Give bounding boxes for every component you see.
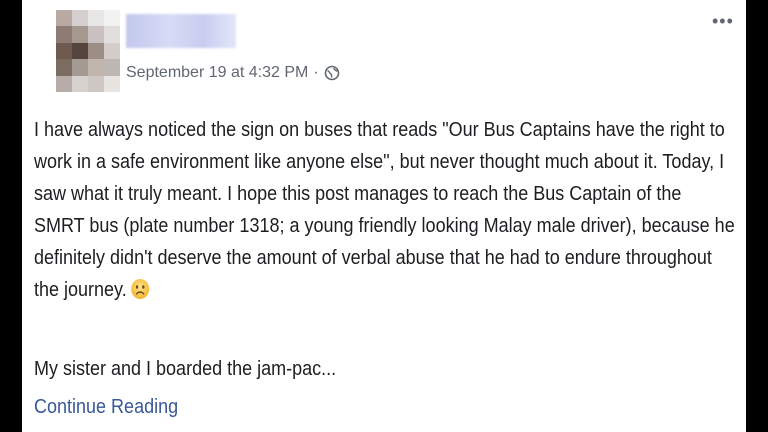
globe-icon[interactable] bbox=[324, 65, 340, 81]
post-timestamp[interactable]: September 19 at 4:32 PM bbox=[126, 64, 308, 82]
sad-face-emoji bbox=[130, 278, 150, 300]
post-body: I have always noticed the sign on buses … bbox=[34, 114, 736, 306]
author-name-blurred[interactable] bbox=[126, 14, 236, 48]
post-body-text: I have always noticed the sign on buses … bbox=[34, 119, 735, 301]
facebook-post: ••• September 19 at 4:32 PM · I have alw… bbox=[22, 0, 746, 432]
continue-reading-link[interactable]: Continue Reading bbox=[34, 394, 178, 420]
post-paragraph-2: My sister and I boarded the jam-pac... bbox=[34, 358, 337, 380]
ellipsis-icon[interactable]: ••• bbox=[712, 12, 738, 30]
post-meta: September 19 at 4:32 PM · bbox=[126, 62, 340, 84]
meta-separator: · bbox=[313, 64, 319, 81]
avatar[interactable] bbox=[56, 10, 120, 92]
